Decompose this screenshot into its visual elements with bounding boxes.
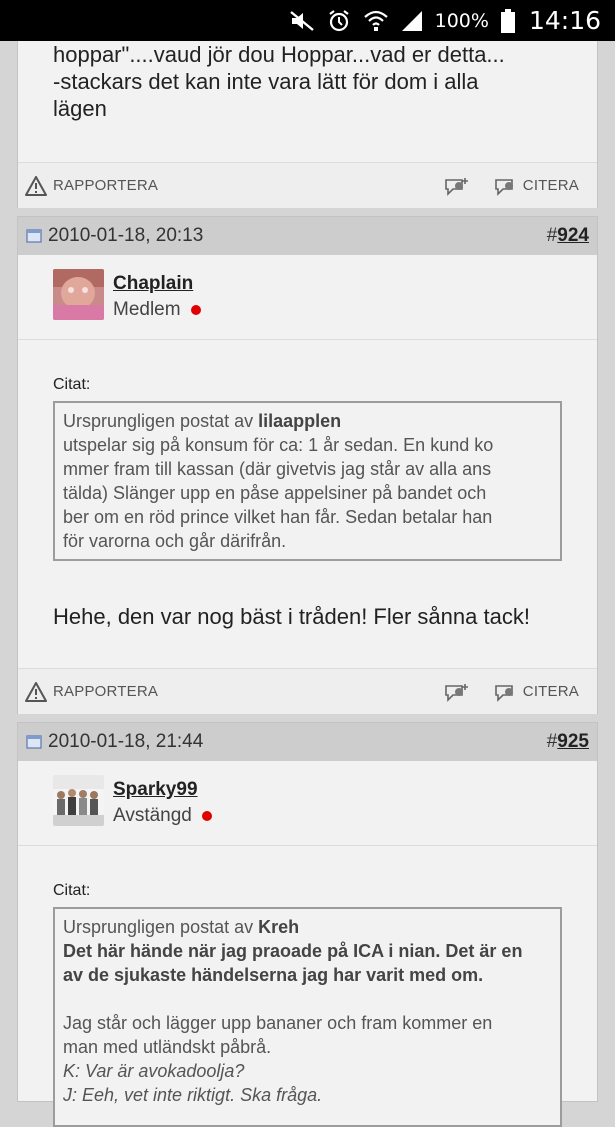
post-header: 2010-01-18, 20:13 #924 — [18, 217, 597, 255]
quote-box: Ursprungligen postat av lilaapplen utspe… — [53, 401, 562, 561]
post-date: 2010-01-18, 20:13 — [48, 225, 204, 246]
post-body-text: Hehe, den var nog bäst i tråden! Fler så… — [53, 604, 530, 629]
mute-icon — [289, 10, 315, 32]
post-924: 2010-01-18, 20:13 #924 Chaplain Medlem C… — [17, 216, 598, 714]
divider — [18, 845, 597, 846]
user-role: Medlem — [113, 299, 201, 321]
clock: 14:16 — [528, 6, 601, 35]
quoted-author: Kreh — [258, 917, 300, 937]
user-role-label: Medlem — [113, 299, 181, 320]
post-icon — [26, 735, 42, 749]
post-body-text: hoppar"....vaud jör dou Hoppar...vad er … — [53, 41, 573, 122]
quote-line-italic: J: Eeh, vet inte riktigt. Ska fråga. — [63, 1085, 323, 1105]
post-date: 2010-01-18, 21:44 — [48, 731, 204, 752]
alarm-icon — [327, 9, 351, 33]
post-number-hash: # — [546, 731, 558, 752]
report-label: RAPPORTERA — [53, 177, 159, 194]
post-number-link[interactable]: 925 — [557, 731, 589, 753]
online-status-dot — [190, 305, 201, 315]
warning-icon — [25, 175, 47, 196]
post-number-link[interactable]: 924 — [557, 225, 589, 247]
quote-attribution: Ursprungligen postat av lilaapplen — [63, 409, 552, 433]
battery-icon — [500, 8, 515, 33]
quote-line: mmer fram till kassan (där givetvis jag … — [63, 459, 492, 479]
quoted-author: lilaapplen — [258, 411, 342, 431]
online-status-dot — [201, 811, 212, 821]
report-button[interactable]: RAPPORTERA — [25, 681, 159, 702]
quote-line: utspelar sig på konsum för ca: 1 år seda… — [63, 435, 494, 455]
avatar[interactable] — [53, 269, 104, 320]
quote-prefix: Ursprungligen postat av — [63, 917, 259, 937]
quote-line-bold: av de sjukaste händelserna jag har varit… — [63, 965, 484, 985]
quote-prefix: Ursprungligen postat av — [63, 411, 259, 431]
status-bar: 100% 14:16 — [0, 0, 615, 41]
post-actions: RAPPORTERA CITERA — [18, 668, 597, 714]
user-role: Avstängd — [113, 805, 212, 827]
warning-icon — [25, 681, 47, 702]
thread-view: hoppar"....vaud jör dou Hoppar...vad er … — [0, 0, 615, 1127]
post-text-line: hoppar"....vaud jör dou Hoppar...vad er … — [53, 42, 505, 67]
post-number-hash: # — [546, 225, 558, 246]
multi-quote-plus-icon — [444, 177, 468, 196]
post-header: 2010-01-18, 21:44 #925 — [18, 723, 597, 761]
quote-box: Ursprungligen postat av Kreh Det här hän… — [53, 907, 562, 1127]
quote-heading: Citat: — [53, 376, 91, 393]
username-link[interactable]: Chaplain — [113, 273, 193, 295]
quote-line-bold: Det här hände när jag praoade på ICA i n… — [63, 941, 523, 961]
quote-label: CITERA — [522, 177, 579, 194]
quote-line-italic: K: Var är avokadoolja? — [63, 1061, 245, 1081]
quote-blank-line — [63, 987, 552, 1011]
post-text-line: lägen — [53, 96, 107, 121]
quote-button[interactable]: CITERA — [493, 682, 579, 702]
quote-line: man med utländskt påbrå. — [63, 1037, 272, 1057]
avatar[interactable] — [53, 775, 104, 826]
signal-icon — [401, 10, 423, 32]
post-925: 2010-01-18, 21:44 #925 Sparky99 Avstängd… — [17, 722, 598, 1127]
report-button[interactable]: RAPPORTERA — [25, 175, 159, 196]
quote-line: tälda) Slänger upp en påse appelsiner på… — [63, 483, 487, 503]
multi-quote-plus-icon — [444, 683, 468, 702]
battery-percent: 100% — [434, 9, 489, 32]
multi-quote-button[interactable] — [443, 682, 471, 702]
quote-button[interactable]: CITERA — [493, 176, 579, 196]
multi-quote-button[interactable] — [443, 176, 471, 196]
quote-line: ber om en röd prince vilket han får. Sed… — [63, 507, 493, 527]
post-text-line: -stackars det kan inte vara lätt för dom… — [53, 69, 479, 94]
quote-line: Jag står och lägger upp bananer och fram… — [63, 1013, 493, 1033]
quote-line: för varorna och går därifrån. — [63, 531, 287, 551]
quote-heading: Citat: — [53, 882, 91, 899]
quote-label: CITERA — [522, 683, 579, 700]
report-label: RAPPORTERA — [53, 683, 159, 700]
divider — [18, 339, 597, 340]
quote-icon — [494, 684, 513, 702]
quote-attribution: Ursprungligen postat av Kreh — [63, 915, 552, 939]
username-link[interactable]: Sparky99 — [113, 779, 198, 801]
post-icon — [26, 229, 42, 243]
wifi-icon — [363, 9, 389, 33]
quote-icon — [494, 178, 513, 196]
user-role-label: Avstängd — [113, 805, 192, 826]
post-actions: RAPPORTERA CITERA — [18, 162, 597, 208]
